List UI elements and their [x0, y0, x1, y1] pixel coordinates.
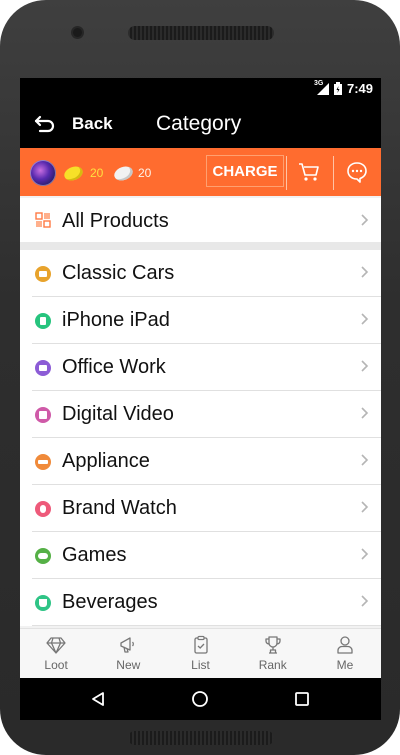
back-arrow-icon[interactable] — [34, 114, 56, 134]
tab-me[interactable]: Me — [309, 629, 381, 679]
tab-label: Rank — [258, 658, 287, 672]
section-divider — [20, 242, 381, 250]
list-item[interactable]: Games — [20, 532, 381, 579]
camera-icon — [35, 407, 51, 423]
phone-frame: 3G 7:49 Back Category 20 20 CHARGE All P… — [0, 0, 400, 755]
tab-label: List — [191, 658, 210, 672]
list-item[interactable]: Digital Video — [20, 391, 381, 438]
watch-icon — [35, 501, 51, 517]
car-icon — [35, 266, 51, 282]
tab-loot[interactable]: Loot — [20, 629, 92, 679]
bottom-tab-bar: Loot New List Rank Me — [20, 628, 381, 679]
list-item-label: Brand Watch — [62, 497, 177, 519]
list-item-label: Games — [62, 544, 127, 566]
list-item-label: Office Work — [62, 356, 166, 378]
avatar[interactable] — [30, 160, 56, 186]
chevron-right-icon — [361, 595, 369, 607]
tab-new[interactable]: New — [92, 629, 164, 679]
trophy-icon — [265, 636, 281, 654]
page-title: Category — [156, 112, 242, 135]
gold-coin-icon — [62, 164, 85, 183]
chevron-right-icon — [361, 313, 369, 325]
tab-label: New — [116, 658, 141, 672]
chevron-right-icon — [361, 407, 369, 419]
chevron-right-icon — [361, 266, 369, 278]
clipboard-icon — [193, 635, 208, 654]
list-item-label: Appliance — [62, 450, 150, 472]
back-button[interactable]: Back — [72, 114, 113, 134]
nav-recent-apps-icon[interactable] — [294, 691, 310, 707]
appliance-icon — [35, 454, 51, 470]
list-item[interactable]: iPhone iPad — [20, 297, 381, 344]
nav-back-icon[interactable] — [90, 691, 106, 707]
app-screen: 3G 7:49 Back Category 20 20 CHARGE All P… — [20, 78, 381, 720]
grid-icon — [35, 212, 51, 228]
signal-icon: 3G — [314, 80, 329, 95]
system-nav-bar — [20, 678, 381, 720]
silver-coin-icon — [112, 164, 135, 183]
list-item[interactable]: Classic Cars — [20, 250, 381, 297]
charge-button[interactable]: CHARGE — [206, 155, 284, 187]
chevron-right-icon — [361, 548, 369, 560]
chevron-right-icon — [361, 214, 369, 226]
person-icon — [337, 636, 353, 654]
title-bar: Back Category — [20, 100, 381, 148]
all-products-item[interactable]: All Products — [20, 198, 381, 242]
category-list: Classic Cars iPhone iPad Office Work Dig… — [20, 250, 381, 626]
status-bar: 3G 7:49 — [20, 78, 381, 100]
earpiece-speaker — [128, 26, 274, 40]
account-bar: 20 20 CHARGE — [20, 148, 381, 196]
chevron-right-icon — [361, 454, 369, 466]
tab-label: Me — [336, 658, 354, 672]
chevron-right-icon — [361, 360, 369, 372]
list-item-label: iPhone iPad — [62, 309, 170, 331]
tab-list[interactable]: List — [164, 629, 236, 679]
all-products-label: All Products — [62, 210, 169, 232]
tab-label: Loot — [44, 658, 68, 672]
divider — [286, 156, 287, 190]
list-item-label: Beverages — [62, 591, 158, 613]
cup-icon — [35, 595, 51, 611]
diamond-icon — [46, 637, 66, 654]
computer-icon — [35, 360, 51, 376]
list-item[interactable]: Office Work — [20, 344, 381, 391]
gold-coin-count: 20 — [90, 166, 104, 180]
front-camera — [73, 28, 82, 37]
tab-rank[interactable]: Rank — [237, 629, 309, 679]
gamepad-icon — [35, 548, 51, 564]
clock: 7:49 — [346, 81, 373, 96]
list-item[interactable]: Beverages — [20, 579, 381, 626]
cart-icon[interactable] — [298, 162, 320, 182]
chevron-right-icon — [361, 501, 369, 513]
megaphone-icon — [120, 637, 135, 653]
list-item-label: Classic Cars — [62, 262, 175, 284]
silver-coin-count: 20 — [138, 166, 152, 180]
divider — [333, 156, 334, 190]
list-item[interactable]: Appliance — [20, 438, 381, 485]
nav-home-icon[interactable] — [191, 690, 209, 708]
phone-icon — [35, 313, 51, 329]
list-item-label: Digital Video — [62, 403, 174, 425]
battery-icon — [333, 82, 342, 95]
list-item[interactable]: Brand Watch — [20, 485, 381, 532]
chat-icon[interactable] — [346, 161, 368, 183]
bottom-speaker — [128, 731, 274, 745]
